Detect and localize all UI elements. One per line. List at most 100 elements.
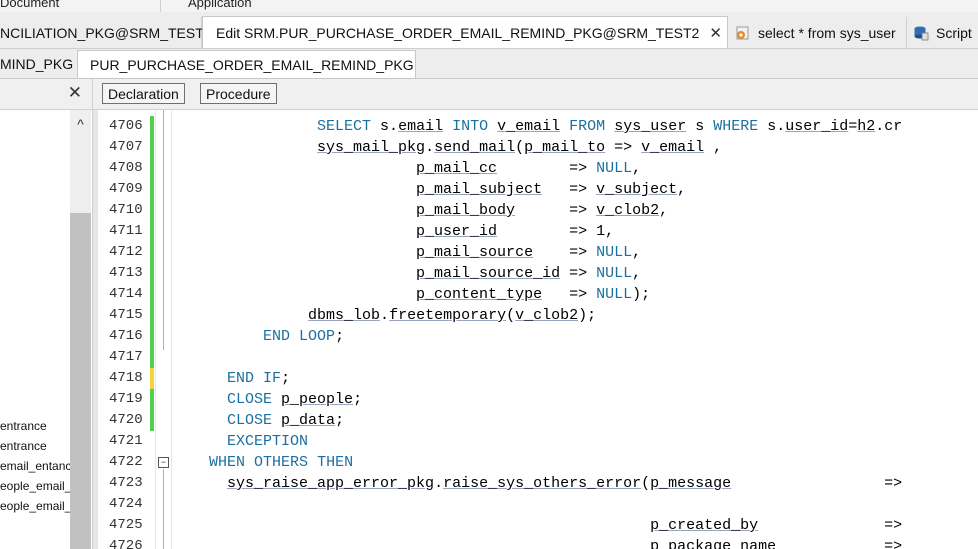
subtab-label: MIND_PKG	[0, 56, 74, 72]
code-line[interactable]: 4721 EXCEPTION	[93, 431, 978, 452]
change-marker	[150, 200, 154, 221]
close-icon[interactable]: ✕	[709, 24, 722, 42]
menu-separator	[160, 0, 161, 12]
line-number: 4722	[109, 454, 143, 470]
code-text: END IF;	[227, 370, 291, 387]
tab-label: Edit SRM.PUR_PURCHASE_ORDER_EMAIL_REMIND…	[216, 25, 700, 41]
code-line[interactable]: 4711 p_user_id => 1,	[93, 221, 978, 242]
database-script-icon	[914, 26, 929, 40]
line-number: 4723	[109, 475, 143, 491]
navigator-item[interactable]: entrance	[0, 439, 70, 453]
change-marker	[150, 137, 154, 158]
code-text: p_mail_source_id => NULL,	[416, 265, 642, 282]
code-text: CLOSE p_data;	[227, 412, 345, 429]
line-number: 4708	[109, 160, 143, 176]
code-line[interactable]: 4713 p_mail_source_id => NULL,	[93, 263, 978, 284]
code-text: p_created_by =>	[650, 517, 903, 534]
code-line[interactable]: 4723 sys_raise_app_error_pkg.raise_sys_o…	[93, 473, 978, 494]
menu-application[interactable]: Application	[188, 0, 252, 10]
code-line[interactable]: 4726 p_package_name =>	[93, 536, 978, 549]
tab-select-sys-user[interactable]: select * from sys_user	[729, 17, 907, 48]
code-line[interactable]: 4720 CLOSE p_data;	[93, 410, 978, 431]
code-line[interactable]: 4722 WHEN OTHERS THEN	[93, 452, 978, 473]
change-marker	[150, 158, 154, 179]
tab-script[interactable]: Script	[907, 17, 978, 48]
subtab-package[interactable]: PUR_PURCHASE_ORDER_EMAIL_REMIND_PKG	[77, 50, 416, 78]
code-text: p_mail_subject => v_subject,	[416, 181, 687, 198]
code-line[interactable]: 4715 dbms_lob.freetemporary(v_clob2);	[93, 305, 978, 326]
code-line[interactable]: 4709 p_mail_subject => v_subject,	[93, 179, 978, 200]
declaration-button[interactable]: Declaration	[102, 83, 185, 104]
navigator-item[interactable]: email_entanc	[0, 459, 70, 473]
code-text: p_content_type => NULL);	[416, 286, 651, 303]
line-number: 4712	[109, 244, 143, 260]
code-text: END LOOP;	[263, 328, 345, 345]
change-marker	[150, 347, 154, 368]
navigator-item[interactable]: eople_email_	[0, 479, 70, 493]
scrollbar-thumb[interactable]	[70, 213, 91, 549]
code-text: p_mail_cc => NULL,	[416, 160, 642, 177]
close-icon[interactable]: ✕	[68, 83, 82, 103]
code-text: p_mail_body => v_clob2,	[416, 202, 669, 219]
code-line[interactable]: 4718 END IF;	[93, 368, 978, 389]
code-editor[interactable]: − 4706 SELECT s.email INTO v_email FROM …	[93, 110, 978, 549]
change-marker	[150, 284, 154, 305]
tab-label: NCILIATION_PKG@SRM_TEST2	[0, 24, 212, 41]
navigator-item[interactable]: entrance	[0, 419, 70, 433]
code-line[interactable]: 4710 p_mail_body => v_clob2,	[93, 200, 978, 221]
line-number: 4720	[109, 412, 143, 428]
code-line[interactable]: 4717	[93, 347, 978, 368]
object-tab-bar: MIND_PKG PUR_PURCHASE_ORDER_EMAIL_REMIND…	[0, 49, 978, 79]
code-text: CLOSE p_people;	[227, 391, 363, 408]
change-marker	[150, 179, 154, 200]
code-text: dbms_lob.freetemporary(v_clob2);	[308, 307, 597, 324]
code-line[interactable]: 4708 p_mail_cc => NULL,	[93, 158, 978, 179]
line-number: 4726	[109, 538, 143, 549]
editor-toolbar: Declaration Procedure	[93, 79, 978, 110]
tab-edit-package[interactable]: Edit SRM.PUR_PURCHASE_ORDER_EMAIL_REMIND…	[202, 16, 728, 48]
navigator-item[interactable]: eople_email_	[0, 499, 70, 513]
code-text: p_user_id => 1,	[416, 223, 615, 240]
code-line[interactable]: 4706 SELECT s.email INTO v_email FROM sy…	[93, 116, 978, 137]
code-line[interactable]: 4725 p_created_by =>	[93, 515, 978, 536]
navigator-panel: ✕ ^ entrance entrance email_entanc eople…	[0, 79, 93, 549]
code-text: sys_mail_pkg.send_mail(p_mail_to => v_em…	[317, 139, 723, 156]
line-number: 4715	[109, 307, 143, 323]
code-text: SELECT s.email INTO v_email FROM sys_use…	[317, 118, 903, 135]
line-number: 4713	[109, 265, 143, 281]
code-line[interactable]: 4712 p_mail_source => NULL,	[93, 242, 978, 263]
line-number: 4714	[109, 286, 143, 302]
code-text: WHEN OTHERS THEN	[209, 454, 354, 471]
line-number: 4707	[109, 139, 143, 155]
change-marker	[150, 368, 154, 389]
menu-document[interactable]: Document	[0, 0, 59, 10]
code-line[interactable]: 4707 sys_mail_pkg.send_mail(p_mail_to =>…	[93, 137, 978, 158]
code-line[interactable]: 4714 p_content_type => NULL);	[93, 284, 978, 305]
line-number: 4710	[109, 202, 143, 218]
tab-label: select * from sys_user	[758, 24, 896, 41]
line-number: 4709	[109, 181, 143, 197]
line-number: 4711	[109, 223, 143, 239]
change-marker	[150, 221, 154, 242]
change-marker	[150, 242, 154, 263]
code-line[interactable]: 4719 CLOSE p_people;	[93, 389, 978, 410]
sql-script-icon	[736, 26, 749, 39]
code-line[interactable]: 4724	[93, 494, 978, 515]
change-marker	[150, 410, 154, 431]
subtab-label: PUR_PURCHASE_ORDER_EMAIL_REMIND_PKG	[90, 56, 414, 73]
tab-label: Script	[936, 24, 972, 41]
procedure-button[interactable]: Procedure	[200, 83, 277, 104]
line-number: 4718	[109, 370, 143, 386]
scroll-up-icon[interactable]: ^	[70, 116, 91, 132]
line-number: 4717	[109, 349, 143, 365]
code-line[interactable]: 4716 END LOOP;	[93, 326, 978, 347]
line-number: 4719	[109, 391, 143, 407]
tab-reconciliation-pkg[interactable]: NCILIATION_PKG@SRM_TEST2	[0, 17, 212, 48]
change-marker	[150, 263, 154, 284]
change-marker	[150, 305, 154, 326]
menu-bar: Document Application	[0, 0, 978, 12]
line-number: 4725	[109, 517, 143, 533]
subtab-mind-pkg[interactable]: MIND_PKG	[0, 50, 79, 78]
navigator-scrollbar[interactable]: ^	[70, 110, 91, 549]
line-number: 4706	[109, 118, 143, 134]
